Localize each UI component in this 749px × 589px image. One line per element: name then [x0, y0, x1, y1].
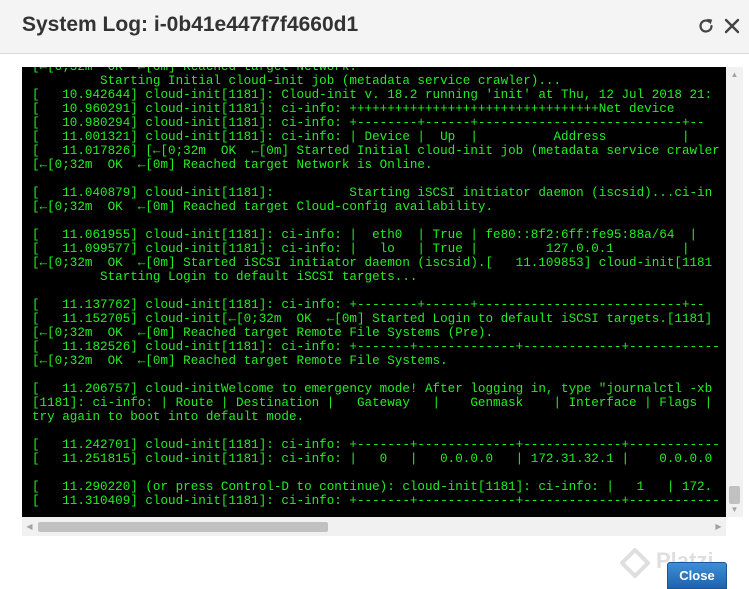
horizontal-scrollbar[interactable]: ◀ ▶	[22, 517, 726, 536]
scroll-down-arrow-icon[interactable]: ▼	[726, 502, 743, 517]
dialog-title: System Log: i-0b41e447f7f4660d1	[22, 13, 359, 36]
log-line: [ 11.137762] cloud-init[1181]: ci-info: …	[32, 298, 705, 312]
scroll-up-arrow-icon[interactable]: ▲	[726, 67, 743, 82]
log-line: [←[0;32m OK ←[0m] Started iSCSI initiato…	[32, 256, 713, 270]
log-line: [ 11.310409] cloud-init[1181]: ci-info: …	[32, 494, 720, 508]
log-line: [←[0;32m OK ←[0m] Reached target Remote …	[32, 354, 448, 368]
log-line: [1181]: ci-info: | Route | Destination |…	[32, 396, 713, 410]
log-line: [ 11.182526] cloud-init[1181]: ci-info: …	[32, 340, 720, 354]
log-line: [ 11.152705] cloud-init[←[0;32m OK ←[0m]…	[32, 312, 713, 326]
close-button[interactable]: Close	[667, 562, 727, 589]
log-line: [ 10.960291] cloud-init[1181]: ci-info: …	[32, 102, 675, 116]
scroll-right-arrow-icon[interactable]: ▶	[711, 517, 726, 536]
log-line: [←[0;32m OK ←[0m] Reached target Network…	[32, 67, 357, 74]
scroll-left-arrow-icon[interactable]: ◀	[22, 517, 37, 536]
log-line: [ 10.942644] cloud-init[1181]: Cloud-ini…	[32, 88, 713, 102]
log-line: [ 11.099577] cloud-init[1181]: ci-info: …	[32, 242, 690, 256]
log-line: [ 11.206757] cloud-initWelcome to emerge…	[32, 382, 713, 396]
log-line: [ 11.040879] cloud-init[1181]: Starting …	[32, 186, 713, 200]
log-line: [ 10.980294] cloud-init[1181]: ci-info: …	[32, 116, 705, 130]
log-line: Starting Initial cloud-init job (metadat…	[32, 74, 562, 88]
log-line: Starting Login to default iSCSI targets.…	[32, 270, 418, 284]
log-line: [ 11.242701] cloud-init[1181]: ci-info: …	[32, 438, 720, 452]
vertical-scrollbar[interactable]: ▲ ▼	[726, 67, 743, 517]
log-line: [ 11.061955] cloud-init[1181]: ci-info: …	[32, 228, 698, 242]
log-line: [ 11.001321] cloud-init[1181]: ci-info: …	[32, 130, 690, 144]
log-line: try again to boot into default mode.	[32, 410, 305, 424]
log-line: [←[0;32m OK ←[0m] Reached target Cloud-c…	[32, 200, 494, 214]
dialog-header: System Log: i-0b41e447f7f4660d1	[0, 0, 749, 54]
log-line: [ 11.017826] [←[0;32m OK ←[0m] Started I…	[32, 144, 720, 158]
system-log-panel: [←[0;32m OK ←[0m] Reached target Network…	[22, 67, 743, 536]
log-line: [←[0;32m OK ←[0m] Reached target Remote …	[32, 326, 494, 340]
close-icon[interactable]	[720, 12, 744, 40]
log-console[interactable]: [←[0;32m OK ←[0m] Reached target Network…	[22, 67, 726, 517]
refresh-icon[interactable]	[694, 12, 718, 40]
log-line: [ 11.290220] (or press Control-D to cont…	[32, 480, 713, 494]
horizontal-scroll-thumb[interactable]	[38, 522, 328, 532]
log-line: [ 11.251815] cloud-init[1181]: ci-info: …	[32, 452, 713, 466]
log-line: [←[0;32m OK ←[0m] Reached target Network…	[32, 158, 433, 172]
platzi-logo-icon	[620, 548, 650, 578]
log-output: [←[0;32m OK ←[0m] Reached target Network…	[22, 67, 720, 508]
